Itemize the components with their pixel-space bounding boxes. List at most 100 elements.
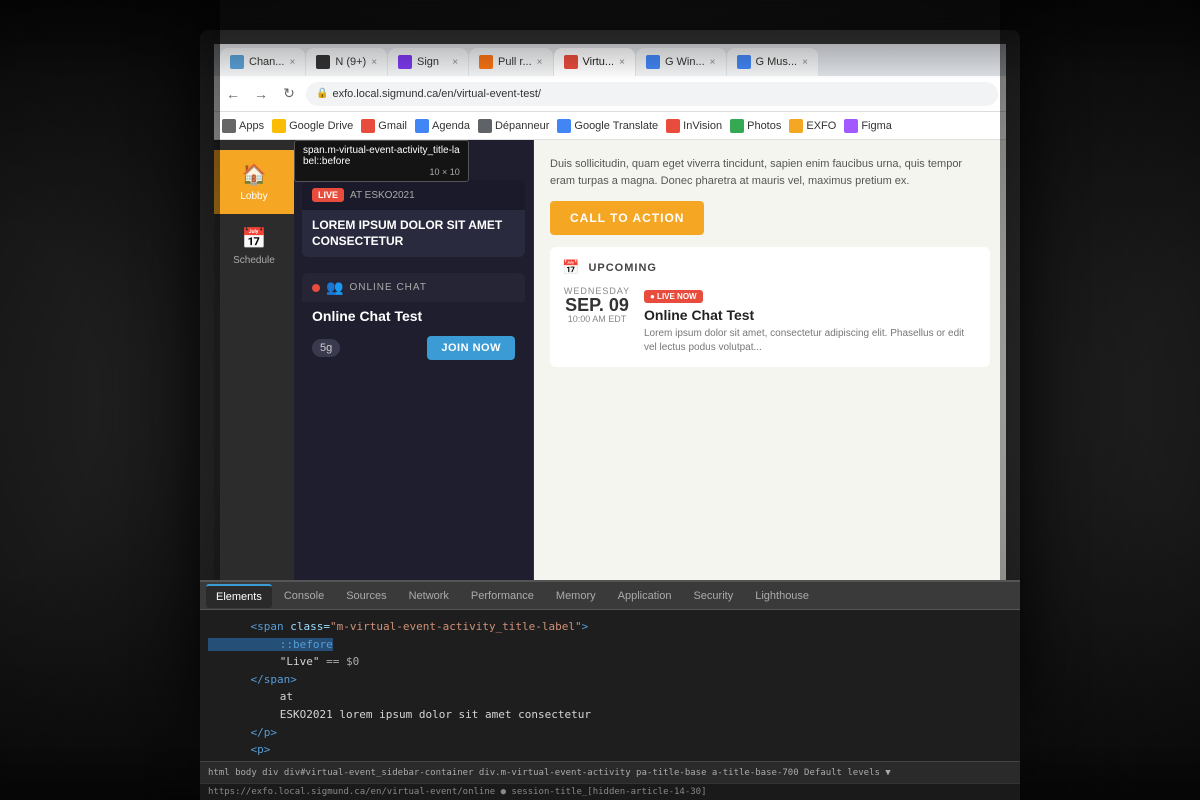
call-to-action-button[interactable]: CALL TO ACTION <box>550 201 704 235</box>
description-text: Duis sollicitudin, quam eget viverra tin… <box>550 156 990 189</box>
date-month: SEP. 09 <box>562 296 632 314</box>
upcoming-section: 📅 UPCOMING WEDNESDAY SEP. 09 10:00 AM ED… <box>550 247 990 367</box>
bookmark-translate[interactable]: Google Translate <box>557 119 658 133</box>
tab-virtual[interactable]: Virtu... × <box>554 48 635 76</box>
schedule-icon: 📅 <box>242 226 267 251</box>
devtools-tab-console[interactable]: Console <box>274 584 334 608</box>
tab-gwin[interactable]: G Win... × <box>636 48 726 76</box>
tab-close-pull[interactable]: × <box>537 57 543 68</box>
activity-title: LOREM IPSUM DOLOR SIT AMET CONSECTETUR <box>302 210 525 257</box>
upcoming-header: 📅 UPCOMING <box>562 259 978 276</box>
sidebar-item-lobby[interactable]: 🏠 Lobby <box>214 150 294 214</box>
join-now-button[interactable]: JOIN NOW <box>427 336 515 360</box>
back-button[interactable]: ← <box>222 83 244 105</box>
dom-line: <span class="m-virtual-event-activity_ti… <box>208 618 1012 636</box>
tab-close-gwin[interactable]: × <box>710 57 716 68</box>
upcoming-item: WEDNESDAY SEP. 09 10:00 AM EDT ● LIVE NO… <box>562 286 978 355</box>
online-indicator <box>312 284 320 292</box>
devtools-tab-lighthouse[interactable]: Lighthouse <box>745 584 819 608</box>
tab-icon-pull <box>479 55 493 69</box>
lock-icon: 🔒 <box>316 88 328 99</box>
devtools-tab-elements[interactable]: Elements <box>206 584 272 608</box>
devtools-tab-security[interactable]: Security <box>683 584 743 608</box>
bookmark-figma[interactable]: Figma <box>844 119 892 133</box>
bookmark-icon-gdrive <box>272 119 286 133</box>
bookmark-icon-exfo <box>789 119 803 133</box>
bookmark-apps[interactable]: Apps <box>222 119 264 133</box>
dom-panel: <span class="m-virtual-event-activity_ti… <box>200 610 1020 761</box>
tab-icon-sign <box>398 55 412 69</box>
forward-button[interactable]: → <box>250 83 272 105</box>
activity-card-header: LIVE AT ESKO2021 <box>302 180 525 210</box>
devtools-panel: Elements Console Sources Network Perform… <box>200 580 1020 800</box>
tab-close-chan[interactable]: × <box>289 57 295 68</box>
sidebar-item-schedule[interactable]: 📅 Schedule <box>214 214 294 278</box>
upcoming-date: WEDNESDAY SEP. 09 10:00 AM EDT <box>562 286 632 324</box>
chat-icon: 👥 <box>326 279 343 296</box>
bookmark-depanneur[interactable]: Dépanneur <box>478 119 549 133</box>
online-chat-footer: 5g JOIN NOW <box>302 330 525 370</box>
bookmark-icon-agenda <box>415 119 429 133</box>
upcoming-event-desc: Lorem ipsum dolor sit amet, consectetur … <box>644 327 978 355</box>
online-chat-header: 👥 ONLINE CHAT <box>302 273 525 302</box>
live-now-badge: ● LIVE NOW <box>644 290 703 303</box>
tab-icon-notion <box>316 55 330 69</box>
devtools-tab-application[interactable]: Application <box>608 584 682 608</box>
url-input[interactable]: 🔒 exfo.local.sigmund.ca/en/virtual-event… <box>306 82 998 106</box>
activity-card: LIVE AT ESKO2021 LOREM IPSUM DOLOR SIT A… <box>302 180 525 257</box>
bookmark-icon-apps <box>222 119 236 133</box>
bookmarks-bar: Apps Google Drive Gmail Agenda Dépanneur… <box>214 112 1006 140</box>
bookmark-icon-gmail <box>361 119 375 133</box>
tab-sign[interactable]: Sign × <box>388 48 468 76</box>
tab-close-notion[interactable]: × <box>371 57 377 68</box>
bookmark-icon-invision <box>666 119 680 133</box>
live-badge: LIVE <box>312 188 344 202</box>
tab-close-gmus[interactable]: × <box>802 57 808 68</box>
tab-pull[interactable]: Pull r... × <box>469 48 552 76</box>
tab-close-virtual[interactable]: × <box>619 57 625 68</box>
devtools-tab-sources[interactable]: Sources <box>336 584 396 608</box>
dom-line-close-span: </span> <box>208 671 1012 689</box>
calendar-icon: 📅 <box>562 259 580 276</box>
devtools-url-bar: https://exfo.local.sigmund.ca/en/virtual… <box>200 783 1020 800</box>
timer-badge: 5g <box>312 339 340 357</box>
upcoming-event-title: Online Chat Test <box>644 307 978 323</box>
tab-icon-virtual <box>564 55 578 69</box>
tab-close-sign[interactable]: × <box>452 57 458 68</box>
bookmark-icon-figma <box>844 119 858 133</box>
upcoming-details: ● LIVE NOW Online Chat Test Lorem ipsum … <box>644 286 978 355</box>
bookmark-icon-photos <box>730 119 744 133</box>
dom-line-esko: ESKO2021 lorem ipsum dolor sit amet cons… <box>208 706 1012 724</box>
bookmark-icon-translate <box>557 119 571 133</box>
devtools-tab-network[interactable]: Network <box>399 584 459 608</box>
tab-chan[interactable]: Chan... × <box>220 48 305 76</box>
date-time: 10:00 AM EDT <box>562 314 632 324</box>
tab-notion[interactable]: N (9+) × <box>306 48 387 76</box>
tab-gmus[interactable]: G Mus... × <box>727 48 818 76</box>
devtools-tab-memory[interactable]: Memory <box>546 584 606 608</box>
dev-tooltip: span.m-virtual-event-activity_title-la b… <box>294 140 469 182</box>
devtools-content: <span class="m-virtual-event-activity_ti… <box>200 610 1020 761</box>
tab-icon-gwin <box>646 55 660 69</box>
dom-line-live: "Live" == $0 <box>208 653 1012 671</box>
dom-breadcrumb: html body div div#virtual-event_sidebar-… <box>208 768 891 778</box>
dom-line-before: ::before <box>208 636 1012 654</box>
bookmark-icon-depanneur <box>478 119 492 133</box>
refresh-button[interactable]: ↻ <box>278 83 300 105</box>
online-chat-title: Online Chat Test <box>302 302 525 330</box>
bookmark-invision[interactable]: InVision <box>666 119 722 133</box>
devtools-tab-performance[interactable]: Performance <box>461 584 544 608</box>
address-bar: ← → ↻ 🔒 exfo.local.sigmund.ca/en/virtual… <box>214 76 1006 112</box>
online-chat-label: ONLINE CHAT <box>349 282 427 293</box>
dom-line-open-p: <p> <box>208 741 1012 759</box>
dom-line-close-p: </p> <box>208 724 1012 742</box>
devtools-tab-bar: Elements Console Sources Network Perform… <box>200 582 1020 610</box>
tab-icon-chan <box>230 55 244 69</box>
bookmark-photos[interactable]: Photos <box>730 119 781 133</box>
dom-line-at: at <box>208 688 1012 706</box>
bookmark-exfo[interactable]: EXFO <box>789 119 836 133</box>
bookmark-agenda[interactable]: Agenda <box>415 119 470 133</box>
devtools-status-bar: html body div div#virtual-event_sidebar-… <box>200 761 1020 783</box>
bookmark-gmail[interactable]: Gmail <box>361 119 407 133</box>
bookmark-gdrive[interactable]: Google Drive <box>272 119 353 133</box>
